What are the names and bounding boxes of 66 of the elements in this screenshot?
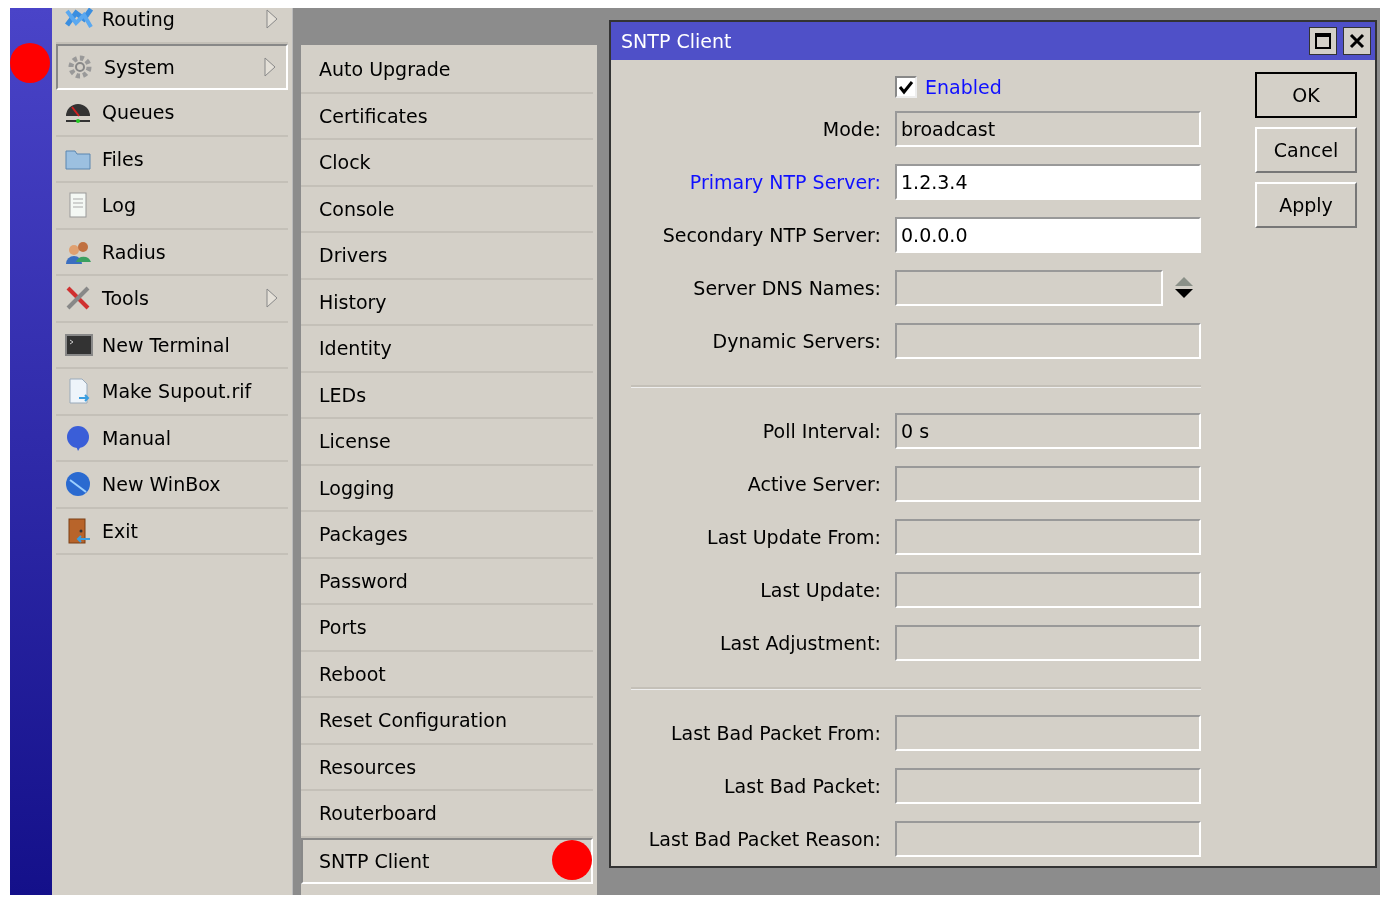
menu-item[interactable]: New Terminal — [56, 322, 288, 369]
close-button[interactable] — [1343, 27, 1371, 55]
submenu-item[interactable]: Auto Upgrade — [301, 47, 593, 94]
text-field[interactable]: 0.0.0.0 — [895, 216, 1201, 253]
submenu-item[interactable]: Console — [301, 186, 593, 233]
submenu-item[interactable]: SNTP Client — [301, 837, 593, 884]
text-field[interactable] — [895, 624, 1201, 661]
submenu-item[interactable]: Ports — [301, 605, 593, 652]
submenu-item[interactable]: License — [301, 419, 593, 466]
menu-item[interactable]: Queues — [56, 90, 288, 137]
text-field[interactable] — [895, 820, 1201, 857]
submenu-item[interactable]: Logging — [301, 465, 593, 512]
text-field[interactable] — [895, 465, 1201, 502]
field-label: Dynamic Servers: — [712, 329, 881, 352]
submenu-item[interactable]: Reset Configuration — [301, 698, 593, 745]
submenu-item[interactable]: Routerboard — [301, 791, 593, 838]
submenu-item[interactable]: Password — [301, 558, 593, 605]
submenu-item[interactable]: LEDs — [301, 372, 593, 419]
checkbox[interactable] — [895, 76, 917, 98]
text-field[interactable] — [895, 714, 1201, 751]
submenu-item[interactable]: Certificates — [301, 93, 593, 140]
menu-item[interactable]: System — [56, 43, 288, 90]
field-label: Server DNS Names: — [693, 276, 881, 299]
submenu-item[interactable]: History — [301, 279, 593, 326]
submenu-item[interactable]: Clock — [301, 140, 593, 187]
submenu-item[interactable]: Resources — [301, 744, 593, 791]
text-field[interactable]: 0 s — [895, 412, 1201, 449]
field-label: Last Update From: — [707, 525, 881, 548]
text-field[interactable]: 1.2.3.4 — [895, 163, 1201, 200]
submenu-item[interactable]: Identity — [301, 326, 593, 373]
menu-item[interactable]: Files — [56, 136, 288, 183]
submenu-item[interactable]: Reboot — [301, 651, 593, 698]
field-label: Last Bad Packet From: — [670, 721, 881, 744]
field-label: Mode: — [822, 117, 881, 140]
field-label: Primary NTP Server: — [689, 170, 881, 193]
field-label: Poll Interval: — [762, 419, 881, 442]
text-field[interactable] — [895, 571, 1201, 608]
field-label: Secondary NTP Server: — [662, 223, 881, 246]
menu-item[interactable]: Exit — [56, 508, 288, 555]
text-field[interactable]: broadcast — [895, 110, 1201, 147]
maximize-icon — [1314, 32, 1332, 50]
close-icon — [1348, 32, 1366, 50]
menu-item[interactable]: Log — [56, 183, 288, 230]
menu-item[interactable]: Radius — [56, 229, 288, 276]
list-field[interactable] — [895, 269, 1163, 306]
menu-item[interactable]: Tools — [56, 276, 288, 323]
menu-item[interactable]: Manual — [56, 415, 288, 462]
field-label: Last Adjustment: — [719, 631, 881, 654]
menu-item[interactable]: New WinBox — [56, 462, 288, 509]
field-label: Active Server: — [747, 472, 881, 495]
text-field[interactable] — [895, 322, 1201, 359]
submenu-item[interactable]: Drivers — [301, 233, 593, 280]
dialog-button[interactable]: Cancel — [1255, 127, 1357, 173]
text-field[interactable] — [895, 518, 1201, 555]
field-label: Last Bad Packet: — [724, 774, 881, 797]
menu-item[interactable]: Make Supout.rif — [56, 369, 288, 416]
field-label: Last Update: — [760, 578, 881, 601]
window-title: SNTP Client — [621, 30, 733, 52]
dialog-button[interactable]: OK — [1255, 72, 1357, 118]
menu-item[interactable]: Routing — [56, 8, 288, 44]
dialog-button[interactable]: Apply — [1255, 182, 1357, 228]
checkbox-label: Enabled — [925, 76, 1002, 98]
maximize-button[interactable] — [1309, 27, 1337, 55]
text-field[interactable] — [895, 767, 1201, 804]
field-label: Last Bad Packet Reason: — [648, 827, 881, 850]
submenu-item[interactable]: Packages — [301, 512, 593, 559]
